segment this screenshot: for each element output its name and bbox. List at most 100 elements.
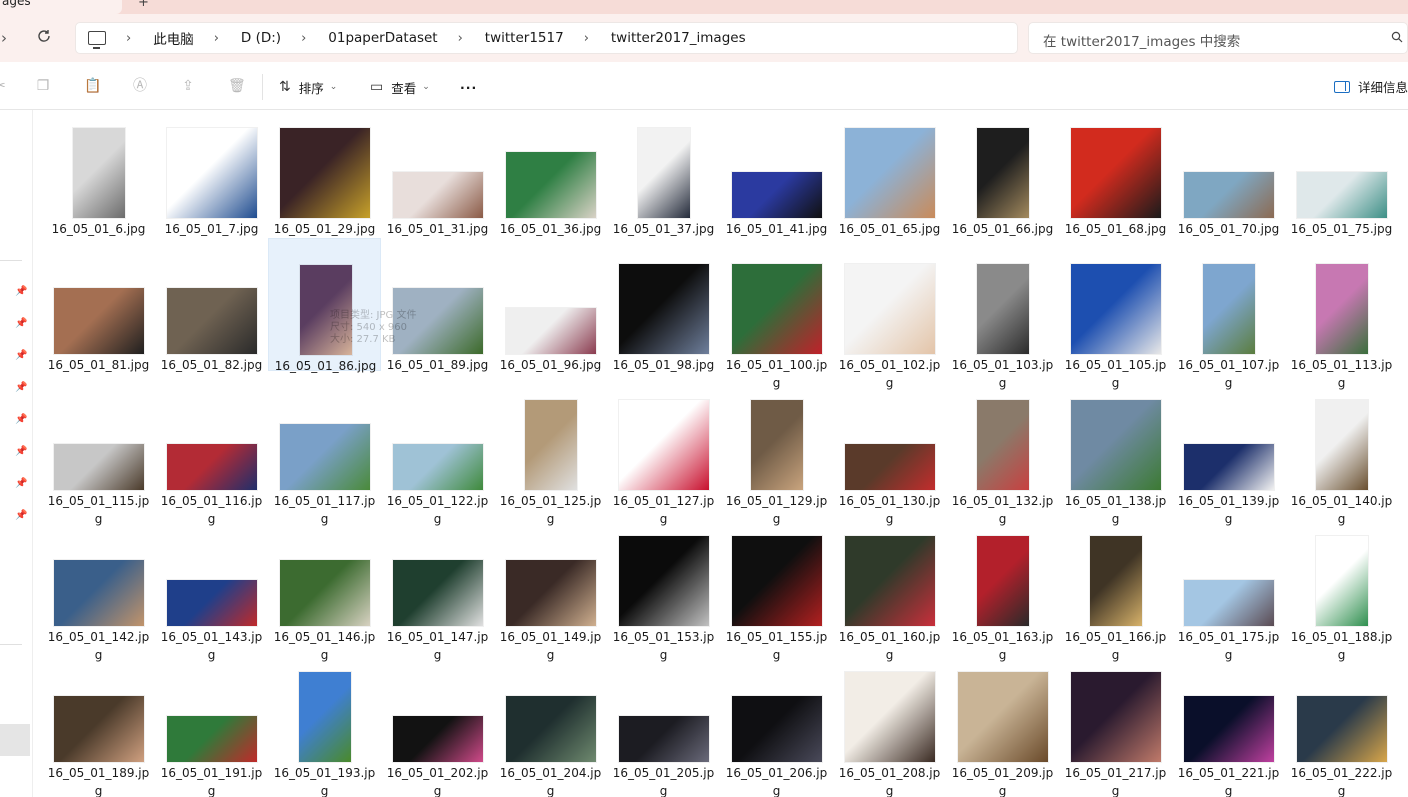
file-item[interactable]: 16_05_01_125.jpg	[494, 388, 607, 526]
copy-icon[interactable]: ❐	[35, 78, 51, 94]
image-thumbnail[interactable]	[1089, 536, 1142, 626]
image-thumbnail[interactable]	[1315, 400, 1368, 490]
image-thumbnail[interactable]	[392, 716, 483, 762]
refresh-icon[interactable]	[34, 28, 54, 48]
image-thumbnail[interactable]	[1183, 172, 1274, 218]
file-item[interactable]: 16_05_01_138.jpg	[1059, 388, 1172, 526]
more-options-button[interactable]: ···	[460, 77, 477, 97]
file-item[interactable]: 16_05_01_149.jpg	[494, 524, 607, 662]
image-thumbnail[interactable]	[166, 580, 257, 626]
file-item[interactable]: 16_05_01_155.jpg	[720, 524, 833, 662]
pin-icon[interactable]: 📌	[15, 286, 27, 298]
breadcrumb-drive-d[interactable]: D (D:)	[241, 30, 281, 46]
file-item[interactable]: 16_05_01_193.jpg	[268, 660, 381, 797]
image-thumbnail[interactable]	[166, 128, 257, 218]
rename-icon[interactable]: Ⓐ	[132, 78, 148, 94]
image-thumbnail[interactable]	[505, 696, 596, 762]
image-thumbnail[interactable]	[976, 128, 1029, 218]
image-thumbnail[interactable]	[392, 288, 483, 354]
file-item[interactable]: 16_05_01_31.jpg	[381, 116, 494, 249]
file-item[interactable]: 16_05_01_146.jpg	[268, 524, 381, 662]
image-thumbnail[interactable]	[505, 560, 596, 626]
image-thumbnail[interactable]	[166, 444, 257, 490]
image-thumbnail[interactable]	[279, 560, 370, 626]
file-item[interactable]: 16_05_01_117.jpg	[268, 388, 381, 526]
image-thumbnail[interactable]	[844, 128, 935, 218]
image-thumbnail[interactable]	[731, 172, 822, 218]
file-item[interactable]: 16_05_01_113.jpg	[1285, 252, 1398, 390]
pin-icon[interactable]: 📌	[15, 478, 27, 490]
image-thumbnail[interactable]	[299, 265, 352, 355]
nav-item-selected[interactable]	[0, 724, 30, 756]
file-item[interactable]: 16_05_01_81.jpg	[42, 252, 155, 385]
file-item[interactable]: 16_05_01_142.jpg	[42, 524, 155, 662]
file-item[interactable]: 16_05_01_188.jpg	[1285, 524, 1398, 662]
file-item[interactable]: 16_05_01_75.jpg	[1285, 116, 1398, 249]
file-item[interactable]: 16_05_01_166.jpg	[1059, 524, 1172, 662]
image-thumbnail[interactable]	[1070, 400, 1161, 490]
breadcrumb-this-pc[interactable]: 此电脑	[153, 28, 194, 48]
image-thumbnail[interactable]	[976, 264, 1029, 354]
file-item[interactable]: 16_05_01_143.jpg	[155, 524, 268, 662]
image-thumbnail[interactable]	[53, 444, 144, 490]
image-thumbnail[interactable]	[637, 128, 690, 218]
file-item[interactable]: 16_05_01_96.jpg	[494, 252, 607, 385]
share-icon[interactable]: ⇪	[180, 78, 196, 94]
address-bar[interactable]: › 此电脑 › D (D:) › 01paperDataset › twitte…	[75, 22, 1018, 54]
breadcrumb-twitter2017-images[interactable]: twitter2017_images	[611, 30, 746, 46]
file-item[interactable]: 16_05_01_209.jpg	[946, 660, 1059, 797]
pin-icon[interactable]: 📌	[15, 382, 27, 394]
image-thumbnail[interactable]	[618, 264, 709, 354]
image-thumbnail[interactable]	[1296, 172, 1387, 218]
image-thumbnail[interactable]	[750, 400, 803, 490]
image-thumbnail[interactable]	[166, 288, 257, 354]
file-item[interactable]: 16_05_01_204.jpg	[494, 660, 607, 797]
file-item[interactable]: 16_05_01_82.jpg	[155, 252, 268, 385]
image-thumbnail[interactable]	[618, 536, 709, 626]
pin-icon[interactable]: 📌	[15, 350, 27, 362]
forward-icon[interactable]: ›	[0, 28, 14, 48]
image-thumbnail[interactable]	[392, 172, 483, 218]
file-item[interactable]: 16_05_01_70.jpg	[1172, 116, 1285, 249]
file-item[interactable]: 16_05_01_41.jpg	[720, 116, 833, 249]
file-item[interactable]: 16_05_01_217.jpg	[1059, 660, 1172, 797]
image-thumbnail[interactable]	[618, 716, 709, 762]
image-thumbnail[interactable]	[1183, 696, 1274, 762]
file-item[interactable]: 16_05_01_205.jpg	[607, 660, 720, 797]
file-item[interactable]: 16_05_01_6.jpg	[42, 116, 155, 249]
file-item[interactable]: 16_05_01_160.jpg	[833, 524, 946, 662]
search-input[interactable]: 在 twitter2017_images 中搜索	[1028, 22, 1408, 54]
image-thumbnail[interactable]	[976, 400, 1029, 490]
file-item[interactable]: 16_05_01_29.jpg	[268, 116, 381, 249]
image-thumbnail[interactable]	[1202, 264, 1255, 354]
image-thumbnail[interactable]	[731, 696, 822, 762]
image-thumbnail[interactable]	[1183, 444, 1274, 490]
tab-current[interactable]: ages	[0, 0, 122, 14]
file-item[interactable]: 16_05_01_129.jpg	[720, 388, 833, 526]
file-item[interactable]: 16_05_01_65.jpg	[833, 116, 946, 249]
file-item[interactable]: 16_05_01_208.jpg	[833, 660, 946, 797]
image-thumbnail[interactable]	[505, 152, 596, 218]
image-thumbnail[interactable]	[844, 264, 935, 354]
new-tab-button[interactable]: +	[138, 0, 149, 10]
file-item[interactable]: 16_05_01_89.jpg	[381, 252, 494, 385]
file-item[interactable]: 16_05_01_86.jpg	[268, 238, 381, 373]
image-thumbnail[interactable]	[166, 716, 257, 762]
details-button[interactable]: 详细信息	[1334, 77, 1408, 96]
file-item[interactable]: 16_05_01_122.jpg	[381, 388, 494, 526]
file-item[interactable]: 16_05_01_139.jpg	[1172, 388, 1285, 526]
image-thumbnail[interactable]	[53, 696, 144, 762]
file-item[interactable]: 16_05_01_100.jpg	[720, 252, 833, 390]
file-item[interactable]: 16_05_01_206.jpg	[720, 660, 833, 797]
file-item[interactable]: 16_05_01_102.jpg	[833, 252, 946, 390]
file-item[interactable]: 16_05_01_202.jpg	[381, 660, 494, 797]
file-item[interactable]: 16_05_01_103.jpg	[946, 252, 1059, 390]
file-item[interactable]: 16_05_01_36.jpg	[494, 116, 607, 249]
image-thumbnail[interactable]	[1070, 672, 1161, 762]
image-thumbnail[interactable]	[844, 444, 935, 490]
file-item[interactable]: 16_05_01_130.jpg	[833, 388, 946, 526]
file-item[interactable]: 16_05_01_98.jpg	[607, 252, 720, 385]
file-item[interactable]: 16_05_01_115.jpg	[42, 388, 155, 526]
breadcrumb-separator[interactable]: ›	[126, 31, 131, 46]
pin-icon[interactable]: 📌	[15, 318, 27, 330]
